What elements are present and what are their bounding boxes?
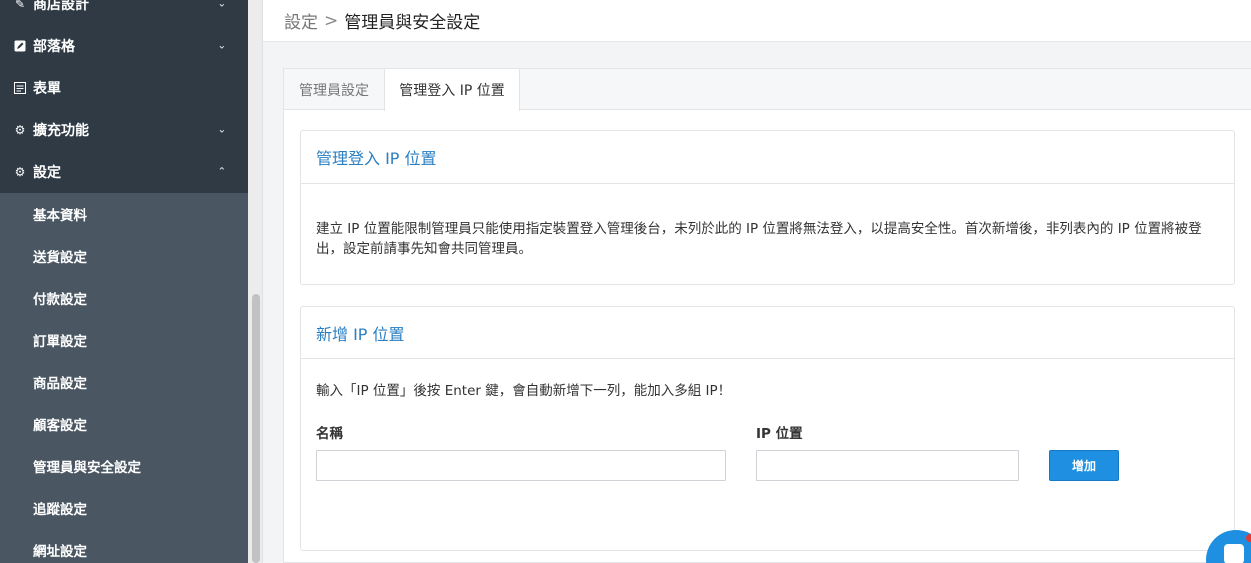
sidebar-item-label: 商店設計 bbox=[33, 0, 89, 13]
sidebar-item-tracking[interactable]: 追蹤設定 bbox=[0, 487, 248, 529]
name-label: 名稱 bbox=[316, 426, 343, 442]
sidebar-item-label: 商品設定 bbox=[33, 376, 87, 392]
sidebar-item-extensions[interactable]: ⚙ 擴充功能 ⌄ bbox=[0, 109, 248, 151]
sidebar-item-customers[interactable]: 顧客設定 bbox=[0, 403, 248, 445]
sidebar-item-label: 網址設定 bbox=[33, 544, 87, 560]
ip-info-card: 管理登入 IP 位置 建立 IP 位置能限制管理員只能使用指定裝置登入管理後台，… bbox=[300, 130, 1235, 285]
add-button[interactable]: 增加 bbox=[1049, 450, 1119, 481]
sidebar-item-label: 擴充功能 bbox=[33, 123, 89, 139]
tab-login-ip[interactable]: 管理登入 IP 位置 bbox=[384, 69, 520, 111]
card-title: 管理登入 IP 位置 bbox=[301, 131, 1234, 184]
sidebar-item-orders[interactable]: 訂單設定 bbox=[0, 319, 248, 361]
gears-icon: ⚙ bbox=[14, 123, 26, 137]
pencil-icon: ✎ bbox=[14, 0, 26, 11]
settings-panel: 管理員設定 管理登入 IP 位置 管理登入 IP 位置 建立 IP 位置能限制管… bbox=[283, 68, 1251, 563]
sidebar-item-payment[interactable]: 付款設定 bbox=[0, 277, 248, 319]
chevron-up-icon: ⌃ bbox=[217, 166, 226, 178]
sidebar-item-label: 付款設定 bbox=[33, 292, 87, 308]
breadcrumb-parent[interactable]: 設定 bbox=[284, 8, 318, 33]
edit-icon bbox=[12, 40, 28, 52]
sidebar-item-shipping[interactable]: 送貨設定 bbox=[0, 235, 248, 277]
sidebar-item-settings[interactable]: ⚙ 設定 ⌃ bbox=[0, 151, 248, 193]
card-description: 建立 IP 位置能限制管理員只能使用指定裝置登入管理後台，未列於此的 IP 位置… bbox=[316, 221, 1202, 257]
sidebar-item-basic-info[interactable]: 基本資料 bbox=[0, 193, 248, 235]
sidebar-item-products[interactable]: 商品設定 bbox=[0, 361, 248, 403]
sidebar-item-label: 訂單設定 bbox=[33, 334, 87, 350]
card-title: 新增 IP 位置 bbox=[301, 307, 1234, 359]
ip-input[interactable] bbox=[756, 450, 1019, 481]
form-icon bbox=[12, 82, 28, 94]
page-title: 管理員與安全設定 bbox=[344, 13, 481, 33]
sidebar-item-label: 管理員與安全設定 bbox=[33, 460, 141, 476]
tab-admin-settings[interactable]: 管理員設定 bbox=[284, 69, 384, 110]
sidebar-item-admin-security[interactable]: 管理員與安全設定 bbox=[0, 445, 248, 487]
sidebar-item-label: 部落格 bbox=[33, 39, 75, 55]
sidebar: ✎ 商店設計 ⌄ 部落格 ⌄ 表單 ⚙ 擴充功能 ⌄ ⚙ 設定 ⌃ 基本資料 送… bbox=[0, 0, 248, 563]
breadcrumb-separator: > bbox=[324, 10, 339, 31]
sidebar-item-blog[interactable]: 部落格 ⌄ bbox=[0, 25, 248, 67]
chevron-down-icon: ⌄ bbox=[217, 40, 226, 52]
add-ip-hint: 輸入「IP 位置」後按 Enter 鍵，會自動新增下一列，能加入多組 IP！ bbox=[316, 383, 732, 399]
gear-icon: ⚙ bbox=[14, 165, 26, 179]
sidebar-item-label: 顧客設定 bbox=[33, 418, 87, 434]
notification-dot bbox=[1246, 534, 1251, 542]
sidebar-item-url[interactable]: 網址設定 bbox=[0, 529, 248, 563]
breadcrumb: 設定 > 管理員與安全設定 bbox=[263, 0, 1251, 42]
sidebar-item-store-design[interactable]: ✎ 商店設計 ⌄ bbox=[0, 0, 248, 25]
sidebar-item-label: 追蹤設定 bbox=[33, 502, 87, 518]
tab-bar: 管理員設定 管理登入 IP 位置 bbox=[284, 69, 1251, 111]
sidebar-item-label: 表單 bbox=[33, 81, 61, 97]
chevron-down-icon: ⌄ bbox=[217, 124, 226, 136]
chat-icon bbox=[1224, 544, 1244, 563]
chevron-down-icon: ⌄ bbox=[217, 0, 226, 10]
sidebar-item-label: 送貨設定 bbox=[33, 250, 87, 266]
name-input[interactable] bbox=[316, 450, 726, 481]
sidebar-scrollbar-thumb[interactable] bbox=[252, 294, 260, 563]
settings-submenu: 基本資料 送貨設定 付款設定 訂單設定 商品設定 顧客設定 管理員與安全設定 追… bbox=[0, 193, 248, 563]
ip-label: IP 位置 bbox=[756, 426, 803, 442]
main-content: 設定 > 管理員與安全設定 管理員設定 管理登入 IP 位置 管理登入 IP 位… bbox=[263, 0, 1251, 563]
sidebar-item-label: 基本資料 bbox=[33, 208, 87, 224]
add-ip-card: 新增 IP 位置 輸入「IP 位置」後按 Enter 鍵，會自動新增下一列，能加… bbox=[300, 306, 1235, 551]
sidebar-item-label: 設定 bbox=[33, 165, 61, 181]
sidebar-item-forms[interactable]: 表單 bbox=[0, 67, 248, 109]
